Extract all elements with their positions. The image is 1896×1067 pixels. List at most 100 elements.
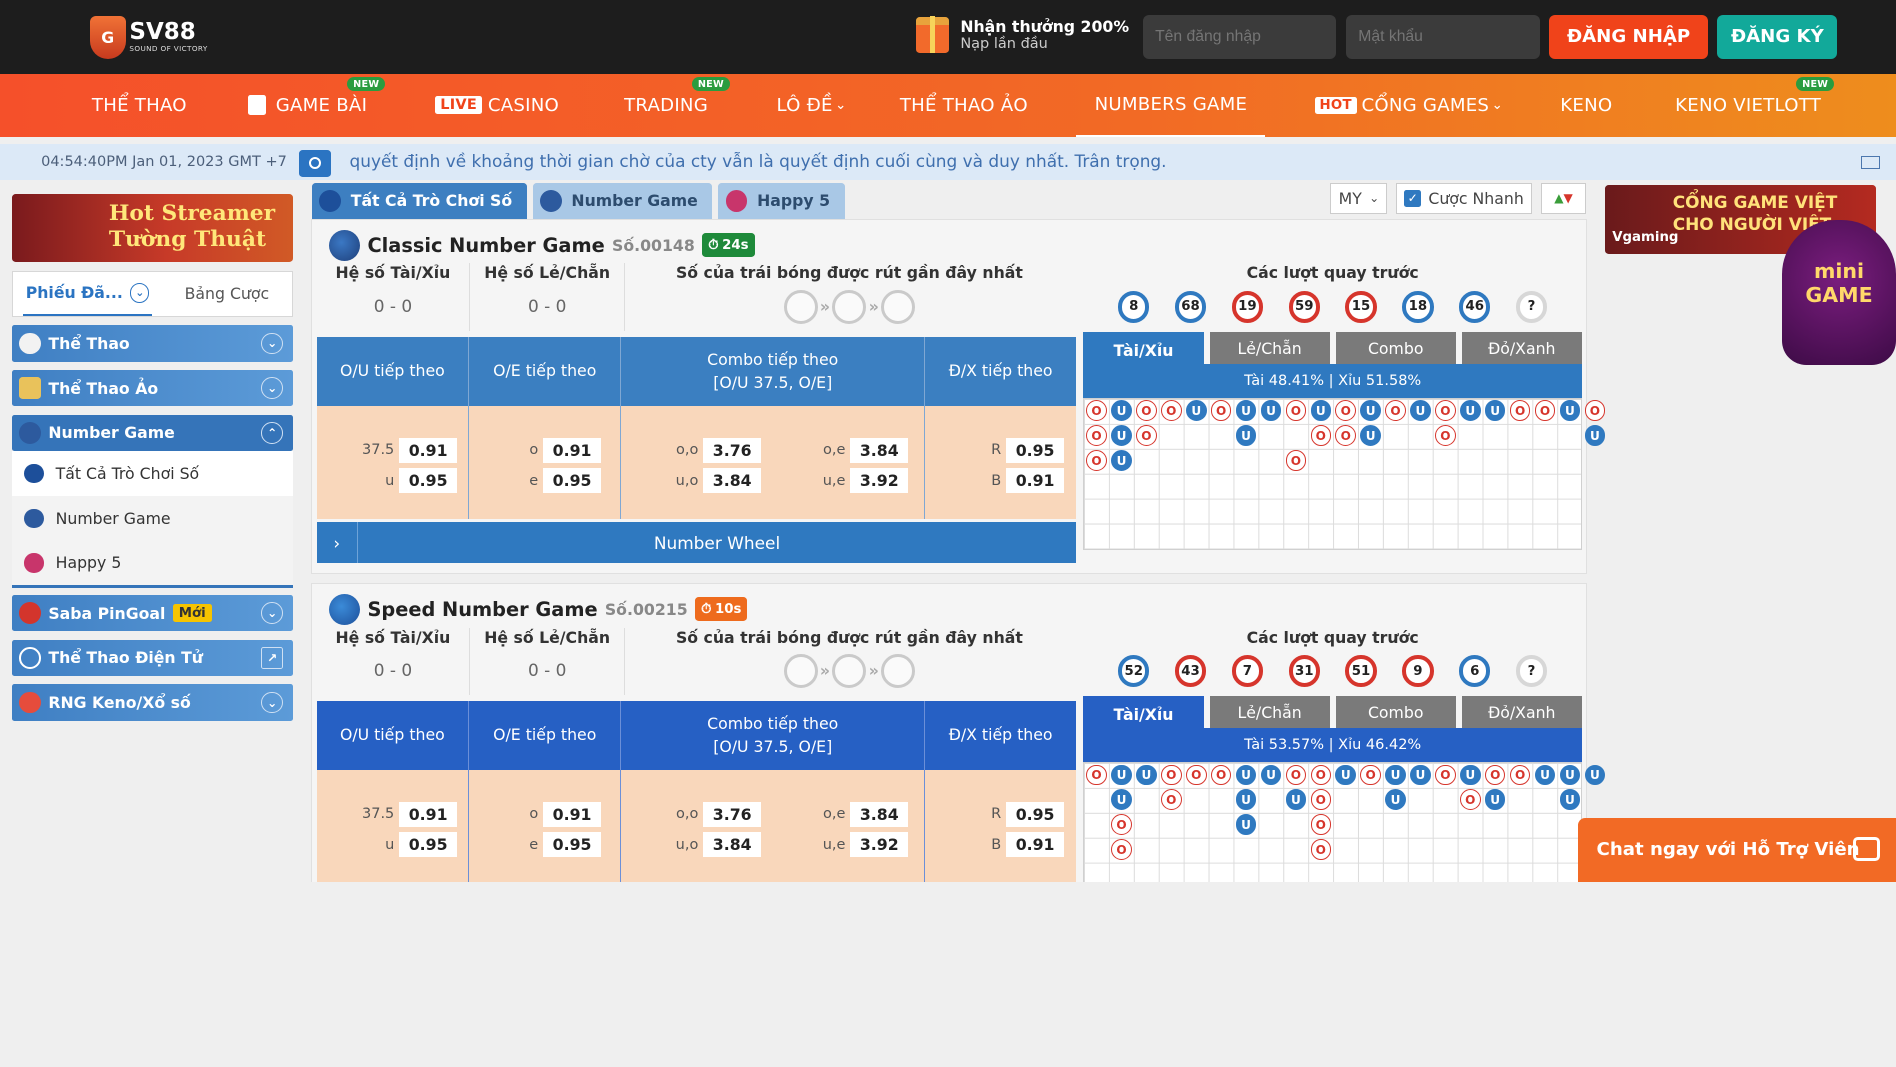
odd-row[interactable]: e 0.95 <box>469 465 602 495</box>
odd-value[interactable]: 0.91 <box>399 437 458 463</box>
odd-row[interactable]: R 0.95 <box>925 799 1065 829</box>
mail-icon[interactable] <box>1861 156 1880 170</box>
register-button[interactable]: ĐĂNG KÝ <box>1717 14 1838 60</box>
sidebar-sub-number-game[interactable]: Number Game <box>12 495 293 541</box>
odd-value[interactable]: 3.76 <box>703 437 762 463</box>
tab-le-chan[interactable]: Lẻ/Chẵn <box>1209 696 1330 728</box>
login-button[interactable]: ĐĂNG NHẬP <box>1549 14 1708 60</box>
tab-do-xanh[interactable]: Đỏ/Xanh <box>1461 332 1582 364</box>
sidebar-cat-saba-pingoal[interactable]: Saba PinGoal Mới ⌄ <box>12 594 293 632</box>
nav-live-casino[interactable]: LIVE CASINO <box>435 74 559 137</box>
tab-tai-xiu[interactable]: Tài/Xỉu <box>1083 332 1204 369</box>
odd-row[interactable]: o 0.91 <box>469 799 602 829</box>
odd-row[interactable]: u,o 3.84 <box>621 465 772 495</box>
hot-streamer-banner[interactable]: Hot Streamer Tường Thuật <box>12 193 293 263</box>
odd-value[interactable]: 0.91 <box>399 801 458 828</box>
sidebar-cat-the-thao[interactable]: Thể Thao ⌄ <box>12 325 293 362</box>
tab-le-chan[interactable]: Lẻ/Chẵn <box>1209 332 1330 364</box>
odd-value[interactable]: 0.95 <box>399 831 458 858</box>
nav-numbers-game[interactable]: NUMBERS GAME <box>1076 74 1266 137</box>
nav-keno-vietlott[interactable]: KENO VIETLOTT NEW <box>1675 74 1835 137</box>
odd-row[interactable]: o,o 3.76 <box>621 799 772 829</box>
odd-value[interactable]: 3.92 <box>850 831 909 858</box>
odds-type-select[interactable]: MY ⌄ <box>1330 182 1388 215</box>
chevron-right-icon[interactable]: › <box>317 522 358 564</box>
odd-value[interactable]: 3.84 <box>850 801 909 828</box>
odd-value[interactable]: 3.76 <box>703 801 762 828</box>
game-card-speed: Speed Number Game Số.00215 ⏱ 10s Hệ số Tà… <box>310 582 1606 882</box>
road-cell: O <box>1161 400 1182 422</box>
odd-value[interactable]: 0.91 <box>543 801 602 828</box>
first-deposit-promo[interactable]: Nhận thưởng 200% Nạp lần đầu <box>915 16 1129 54</box>
odd-value[interactable]: 0.95 <box>1006 801 1065 828</box>
sort-button[interactable]: ▲ ▼ <box>1540 182 1587 215</box>
odd-row[interactable]: o,o 3.76 <box>621 435 772 465</box>
odd-value[interactable]: 0.95 <box>1006 437 1065 463</box>
tab-number-game[interactable]: Number Game <box>532 182 713 219</box>
odd-value[interactable]: 0.95 <box>543 467 602 494</box>
quick-bet-toggle[interactable]: ✓ Cược Nhanh <box>1395 182 1533 215</box>
username-input[interactable] <box>1142 14 1337 60</box>
odd-row[interactable]: B 0.91 <box>925 465 1065 495</box>
site-logo[interactable]: G SV88 SOUND OF VICTORY <box>89 15 208 60</box>
road-cell: U <box>1484 400 1506 422</box>
sidebar-cat-rng-keno[interactable]: RNG Keno/Xổ số ⌄ <box>12 684 293 721</box>
external-link-icon: ↗ <box>261 646 284 669</box>
nav-the-thao[interactable]: THỂ THAO <box>92 74 187 137</box>
sidebar-cat-esports[interactable]: Thể Thao Điện Tử ↗ <box>12 639 293 676</box>
mini-game-button[interactable]: mini GAME <box>1781 220 1896 366</box>
nav-game-bai[interactable]: GAME BÀI NEW <box>247 74 386 137</box>
odds-type-value: MY <box>1338 188 1362 208</box>
sidebar-cat-number-game[interactable]: Number Game ⌃ <box>12 414 293 452</box>
search-button[interactable] <box>298 149 332 177</box>
odd-row[interactable]: 37.5 0.91 <box>317 435 458 465</box>
road-cell: O <box>1161 764 1182 786</box>
road-cell: U <box>1235 789 1257 810</box>
odd-row[interactable]: u,e 3.92 <box>772 465 909 495</box>
tab-odds-table[interactable]: Bảng Cược <box>162 272 292 316</box>
odd-row[interactable]: o 0.91 <box>469 435 602 465</box>
odd-value[interactable]: 0.91 <box>543 437 602 463</box>
odd-value[interactable]: 3.92 <box>850 467 909 494</box>
odd-value[interactable]: 0.95 <box>543 831 602 858</box>
odd-value[interactable]: 3.84 <box>703 467 762 494</box>
tab-all-number-games[interactable]: Tất Cả Trò Chơi Số <box>312 182 527 219</box>
odd-row[interactable]: e 0.95 <box>469 829 602 859</box>
odd-row[interactable]: 37.5 0.91 <box>317 799 458 829</box>
nav-the-thao-ao[interactable]: THỂ THAO ẢO <box>900 74 1028 137</box>
odd-row[interactable]: B 0.91 <box>925 829 1065 859</box>
odd-value[interactable]: 3.84 <box>850 437 909 463</box>
nav-lo-de[interactable]: LÔ ĐỀ ⌄ <box>776 74 846 137</box>
all-games-icon <box>319 189 342 212</box>
live-chat-button[interactable]: Chat ngay với Hỗ Trợ Viên <box>1578 817 1896 882</box>
sidebar-cat-the-thao-ao[interactable]: Thể Thao Ảo ⌄ <box>12 370 293 407</box>
odd-key: u,o <box>675 472 699 489</box>
password-input[interactable] <box>1346 14 1540 60</box>
tab-combo[interactable]: Combo <box>1335 696 1456 728</box>
combo-right: o,e 3.84 u,e 3.92 <box>772 799 909 881</box>
nav-trading[interactable]: TRADING NEW <box>624 74 730 137</box>
odd-value[interactable]: 0.91 <box>1006 467 1065 494</box>
chat-label: Chat ngay với Hỗ Trợ Viên <box>1596 839 1860 861</box>
odd-row[interactable]: u 0.95 <box>317 465 458 495</box>
sidebar-sub-all-number-games[interactable]: Tất Cả Trò Chơi Số <box>12 451 293 496</box>
number-wheel-bar[interactable]: › Number Wheel <box>316 522 1077 564</box>
nav-keno[interactable]: KENO <box>1560 74 1612 137</box>
nav-cong-games[interactable]: HOT CỔNG GAMES ⌄ <box>1314 74 1503 137</box>
tab-do-xanh[interactable]: Đỏ/Xanh <box>1461 696 1582 728</box>
sidebar-sub-happy-5[interactable]: Happy 5 <box>12 540 293 586</box>
odd-value[interactable]: 0.91 <box>1006 831 1065 858</box>
odd-row[interactable]: R 0.95 <box>925 435 1065 465</box>
odd-row[interactable]: u,e 3.92 <box>772 829 909 859</box>
odd-value[interactable]: 0.95 <box>399 467 458 494</box>
odd-row[interactable]: u 0.95 <box>317 829 458 859</box>
tab-placed-bets[interactable]: Phiếu Đã... ⌄ <box>22 272 153 316</box>
odd-row[interactable]: o,e 3.84 <box>772 799 909 829</box>
tab-tai-xiu[interactable]: Tài/Xỉu <box>1083 696 1204 733</box>
tab-happy-5[interactable]: Happy 5 <box>718 182 845 219</box>
odd-key: 37.5 <box>362 442 395 459</box>
odd-value[interactable]: 3.84 <box>703 831 762 858</box>
tab-combo[interactable]: Combo <box>1335 332 1456 364</box>
odd-row[interactable]: u,o 3.84 <box>621 829 772 859</box>
odd-row[interactable]: o,e 3.84 <box>772 435 909 465</box>
